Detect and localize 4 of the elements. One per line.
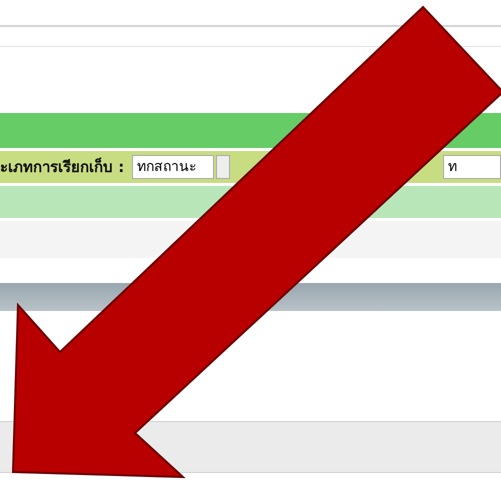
status-select[interactable]: ทกสถานะ xyxy=(132,155,214,179)
select-button[interactable] xyxy=(216,155,230,179)
text-field[interactable]: ท xyxy=(443,155,501,179)
filter-label: ะเภทการเรียกเก็บ : xyxy=(0,156,124,178)
